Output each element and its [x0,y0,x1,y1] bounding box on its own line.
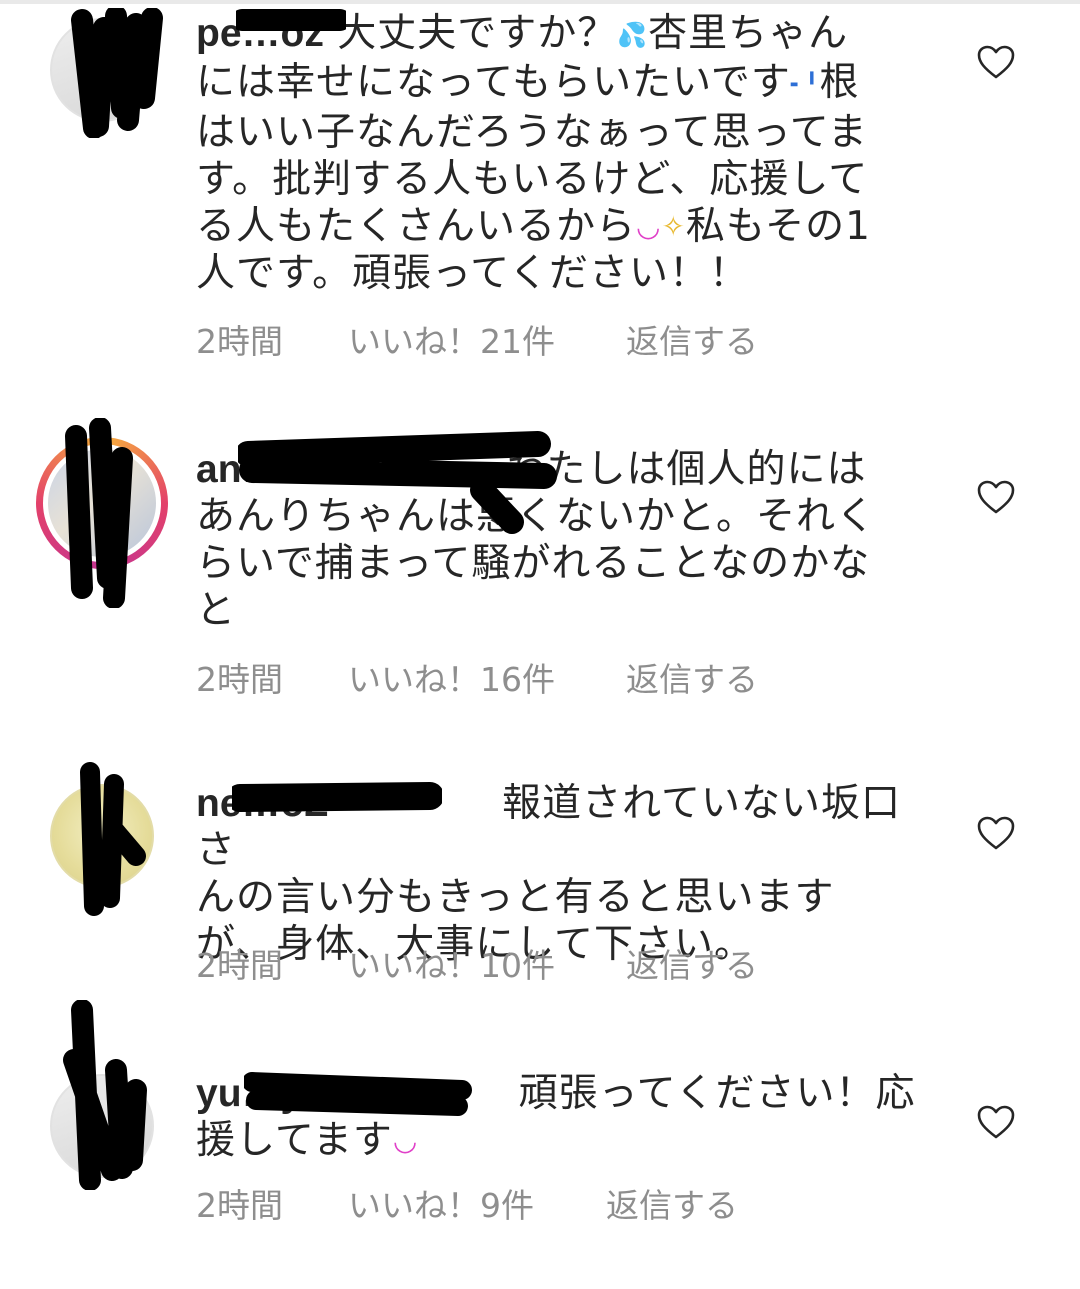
redaction-scribble [64,8,174,138]
timestamp: 2時間 [196,1186,283,1225]
sparkles-icon: ✧ [661,210,686,243]
username-redaction [238,430,558,540]
likes-count[interactable]: いいね！16件 [348,660,626,700]
comment-meta: 2時間 いいね！10件 返信する [196,946,758,986]
heart-icon[interactable] [976,479,1016,515]
username-redaction [244,1064,474,1124]
heart-icon[interactable] [976,1104,1016,1140]
redaction-scribble [74,760,154,920]
crying-face-icon: ╸╹ [790,73,820,98]
comment-meta: 2時間 いいね！9件 返信する [196,1186,738,1226]
reply-button[interactable]: 返信する [626,322,758,362]
likes-count[interactable]: いいね！21件 [348,322,626,362]
username-redaction [232,774,442,824]
redaction-scribble [56,418,146,608]
reply-button[interactable]: 返信する [606,1186,738,1226]
heart-icon[interactable] [976,44,1016,80]
redaction-scribble [56,1000,166,1190]
reply-button[interactable]: 返信する [626,946,758,986]
reply-button[interactable]: 返信する [626,660,758,700]
smiling-face-icon: ◡ [392,1124,419,1157]
timestamp: 2時間 [196,660,283,699]
heart-icon[interactable] [976,815,1016,851]
smiling-face-icon: ◡ [636,210,662,243]
username-redaction [236,6,346,36]
comment-text: pe…oz 大丈夫ですか？💦杏里ちゃん には幸せになってもらいたいです╸╹根 は… [196,11,871,296]
likes-count[interactable]: いいね！10件 [348,946,626,986]
comment-meta: 2時間 いいね！21件 返信する [196,322,758,362]
comment-meta: 2時間 いいね！16件 返信する [196,660,758,700]
top-divider [0,0,1080,4]
sweat-drop-icon: 💦 [617,21,649,49]
timestamp: 2時間 [196,322,283,361]
likes-count[interactable]: いいね！9件 [348,1186,606,1226]
timestamp: 2時間 [196,946,283,985]
